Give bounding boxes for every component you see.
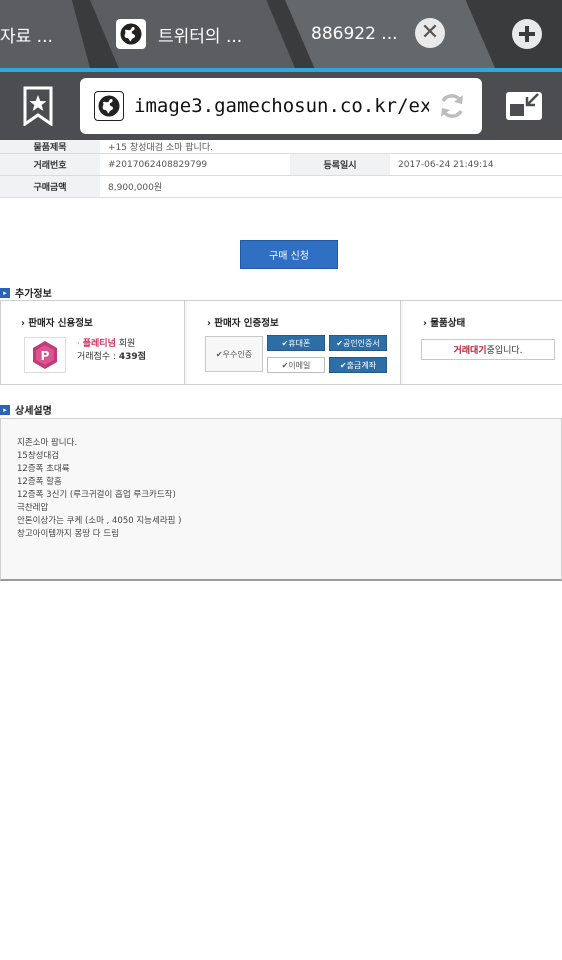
public-cert-badge: ✔ 공인인증서 [329, 335, 387, 351]
trade-score-value: 439점 [118, 352, 146, 362]
item-status-suffix: 중입니다. [486, 346, 523, 356]
site-globe-icon [94, 91, 124, 121]
platinum-grade-icon: P [24, 337, 66, 373]
address-bar[interactable]: image3.gamechosun.co.kr/exte [80, 78, 482, 134]
tab-strip: 자료 ... 트위터의 ... 886922 ... ✕ [0, 0, 562, 68]
bookmark-button[interactable] [22, 86, 54, 127]
description-line: 15창성대검 [17, 451, 60, 461]
best-cert-badge: ✔ 우수인증 [205, 336, 263, 372]
item-title-value: +15 창성대검 소마 팝니다. [100, 140, 562, 154]
phone-cert-badge: ✔ 휴대폰 [267, 335, 325, 351]
tab-2-label: 트위터의 ... [158, 26, 243, 47]
item-status-title: › 물품상태 [423, 318, 466, 329]
item-status-value: 거래대기 [453, 346, 487, 356]
description-line: 12증폭 초대륙 [17, 464, 70, 474]
close-tab-button[interactable]: ✕ [415, 18, 445, 48]
seller-cert-title: › 판매자 인증정보 [207, 318, 279, 329]
table-row: 거래번호 #2017062408829799 등록일시 2017-06-24 2… [0, 153, 562, 176]
trade-no-value: #2017062408829799 [100, 153, 290, 176]
section-marker-icon: ▸ [0, 404, 10, 415]
section-marker-icon: ▸ [0, 287, 10, 298]
description-line: 극찬레압 [17, 503, 49, 513]
description-line: 12증폭 3신기 (루크귀걸이 흡업 루크카드작) [17, 490, 176, 500]
item-status-panel: › 물품상태 거래대기 중입니다. [403, 301, 562, 384]
extra-info-box: › 판매자 신용정보 P · 플레티넘 회원 거래점수 : 439점 › 판매자… [0, 300, 562, 385]
description-line: 12증폭 할흠 [17, 477, 62, 487]
tab-1-label: 자료 ... [0, 26, 53, 47]
account-cert-badge: ✔ 출금계좌 [329, 357, 387, 373]
table-row: 구매금액 8,900,000원 [0, 175, 562, 198]
tab-2[interactable]: 트위터의 ... [90, 0, 295, 68]
description-line: 지존소마 팝니다. [17, 438, 78, 448]
price-label: 구매금액 [0, 175, 100, 198]
plus-icon [519, 26, 535, 42]
minimize-window-icon [506, 92, 542, 120]
trade-no-label: 거래번호 [0, 153, 100, 176]
listing-table: 물품제목 +15 창성대검 소마 팝니다. 거래번호 #201706240882… [0, 140, 562, 198]
description-box: 지존소마 팝니다. 15창성대검 12증폭 초대륙 12증폭 할흠 12증폭 3… [0, 418, 562, 581]
seller-credit-title: › 판매자 신용정보 [21, 318, 93, 329]
url-text[interactable]: image3.gamechosun.co.kr/exte [134, 95, 429, 117]
tab-3-active[interactable]: 886922 ... ✕ [285, 0, 495, 68]
item-status-box: 거래대기 중입니다. [421, 339, 555, 360]
bookmark-star-icon [23, 86, 53, 127]
description-heading-text: 상세설명 [15, 406, 52, 417]
seller-cert-panel: › 판매자 인증정보 ✔ 우수인증 ✔ 휴대폰 ✔ 공인인증서 ✔ 이메일 ✔ 출금계좌 [187, 301, 401, 384]
new-tab-button[interactable] [512, 19, 542, 49]
table-row: 물품제목 +15 창성대검 소마 팝니다. [0, 140, 562, 154]
reload-icon[interactable] [436, 90, 468, 122]
description-line: 안톤이상가는 쿠케 (소마 , 4050 지능세라핌 ) [17, 516, 182, 526]
price-value: 8,900,000원 [100, 175, 562, 198]
extra-info-heading-text: 추가정보 [15, 289, 52, 300]
description-line: 창고아이템까지 몽땅 다 드림 [17, 529, 119, 539]
globe-icon [116, 19, 146, 49]
extra-info-heading: ▸ 추가정보 [0, 285, 52, 300]
reg-date-label: 등록일시 [290, 153, 390, 176]
trade-score-label: 거래점수 : [77, 352, 117, 362]
web-page: 물품제목 +15 창성대검 소마 팝니다. 거래번호 #201706240882… [0, 140, 562, 960]
close-icon: ✕ [420, 20, 440, 45]
seller-credit-panel: › 판매자 신용정보 P · 플레티넘 회원 거래점수 : 439점 [1, 301, 185, 384]
window-mode-button[interactable] [504, 90, 544, 122]
description-heading: ▸ 상세설명 [0, 402, 52, 417]
tab-1[interactable]: 자료 ... [0, 0, 90, 68]
item-title-label: 물품제목 [0, 140, 100, 154]
grade-name: 플레티넘 [82, 339, 116, 349]
tab-3-label: 886922 ... [311, 24, 398, 44]
email-cert-badge: ✔ 이메일 [267, 357, 325, 373]
reg-date-value: 2017-06-24 21:49:14 [390, 153, 562, 176]
grade-suffix: 회원 [118, 339, 136, 349]
purchase-request-button[interactable]: 구매 신청 [240, 240, 338, 269]
seller-grade: · 플레티넘 회원 [77, 339, 136, 349]
browser-toolbar: image3.gamechosun.co.kr/exte [0, 72, 562, 140]
trade-score: 거래점수 : 439점 [77, 349, 146, 362]
svg-text:P: P [41, 349, 50, 363]
